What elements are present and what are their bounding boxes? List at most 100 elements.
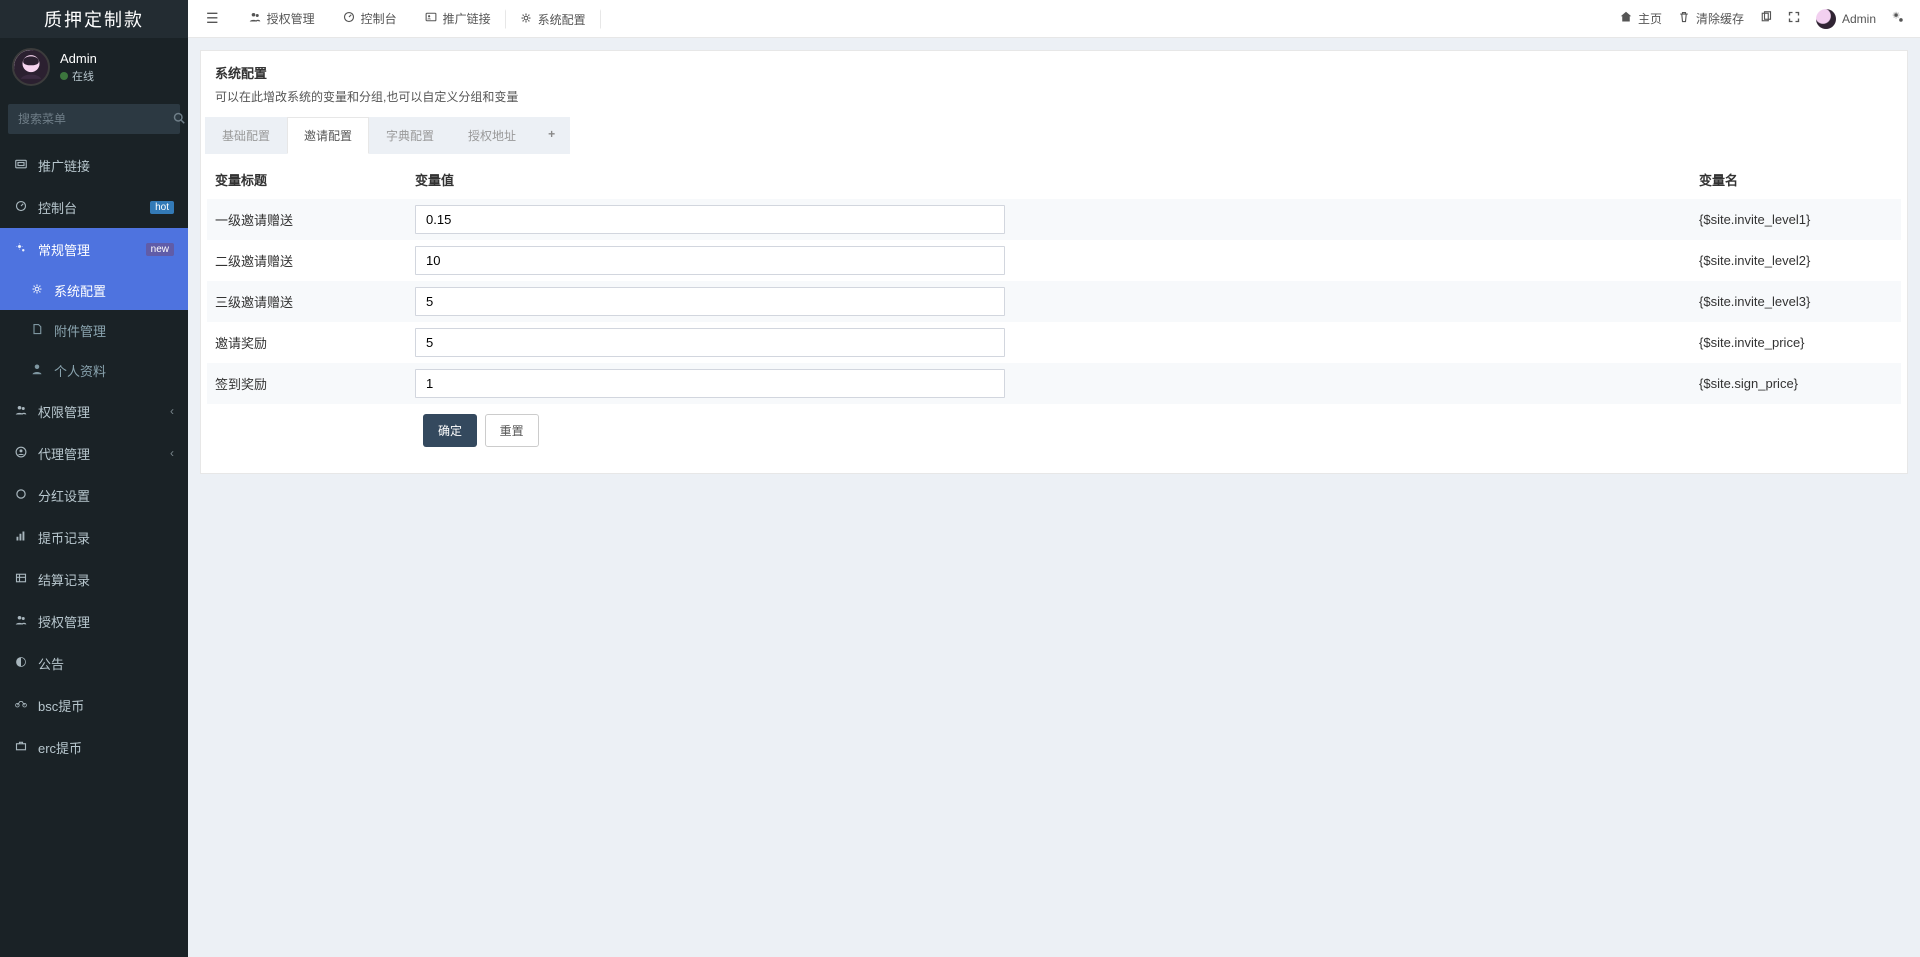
sidebar-item-label: 控制台 — [38, 198, 140, 217]
idcard-icon — [425, 11, 437, 26]
sidebar-submenu: 系统配置附件管理个人资料 — [0, 270, 188, 390]
row-varname: {$site.invite_level1} — [1691, 199, 1901, 240]
fullscreen-button[interactable] — [1788, 11, 1800, 26]
row-title: 二级邀请赠送 — [207, 240, 407, 281]
home-link[interactable]: 主页 — [1620, 10, 1662, 27]
cog-icon — [30, 283, 44, 298]
panel-subtitle: 可以在此增改系统的变量和分组,也可以自定义分组和变量 — [215, 88, 1893, 105]
form-table-wrap: 变量标题 变量值 变量名 一级邀请赠送{$site.invite_level1}… — [201, 154, 1907, 473]
sidebar-link[interactable]: 分红设置 — [0, 474, 188, 516]
panel-title: 系统配置 — [215, 63, 1893, 82]
config-tab[interactable]: 授权地址 — [451, 117, 533, 154]
sidebar-link[interactable]: 公告 — [0, 642, 188, 684]
sidebar-item-label: 提币记录 — [38, 528, 174, 547]
sidebar-item-label: bsc提币 — [38, 696, 174, 715]
sidebar-item: 公告 — [0, 642, 188, 684]
top-tab[interactable]: 系统配置 — [505, 9, 601, 29]
sidebar-item: 代理管理‹ — [0, 432, 188, 474]
sidebar-item: bsc提币 — [0, 684, 188, 726]
copy-icon — [1760, 11, 1772, 26]
avatar-small — [1816, 9, 1836, 29]
sidebar-item-label: 代理管理 — [38, 444, 160, 463]
sidebar-subitem: 系统配置 — [0, 270, 188, 310]
sidebar-menu: 推广链接控制台hot常规管理new系统配置附件管理个人资料权限管理 ‹ 代理管理‹ 分… — [0, 144, 188, 768]
sidebar-sublink[interactable]: 系统配置 — [0, 270, 188, 310]
sidebar-item-label: 推广链接 — [38, 156, 174, 175]
search-icon[interactable] — [173, 112, 185, 127]
sidebar-item-label: 权限管理 — [38, 402, 160, 421]
hamburger-icon[interactable]: ☰ — [196, 10, 229, 27]
row-varname: {$site.invite_price} — [1691, 322, 1901, 363]
sidebar-subitem: 附件管理 — [0, 310, 188, 350]
chevron-left-icon: ‹ — [170, 404, 174, 418]
top-tab-label: 授权管理 — [267, 10, 315, 27]
table-row: 三级邀请赠送 {$site.invite_level3} — [207, 281, 1901, 322]
sidebar-link[interactable]: 常规管理new — [0, 228, 188, 270]
sidebar-item-label: 分红设置 — [38, 486, 174, 505]
row-varname: {$site.sign_price} — [1691, 363, 1901, 404]
home-icon — [1620, 11, 1632, 26]
status-dot-icon — [60, 72, 68, 80]
main: ☰ 授权管理控制台推广链接系统配置 主页 清除缓存 — [188, 0, 1920, 957]
sidebar-subitem-label: 个人资料 — [54, 361, 174, 380]
copy-button[interactable] — [1760, 11, 1772, 26]
file-icon — [30, 323, 44, 338]
row-value-cell — [407, 322, 1691, 363]
top-tab[interactable]: 授权管理 — [235, 9, 329, 28]
topbar-username: Admin — [1842, 12, 1876, 26]
row-value-input[interactable] — [415, 369, 1005, 398]
sidebar-sublink[interactable]: 附件管理 — [0, 310, 188, 350]
top-tab-label: 控制台 — [361, 10, 397, 27]
col-var: 变量名 — [1691, 160, 1901, 199]
config-tab[interactable]: 字典配置 — [369, 117, 451, 154]
row-varname: {$site.invite_level2} — [1691, 240, 1901, 281]
row-value-input[interactable] — [415, 205, 1005, 234]
row-value-cell — [407, 281, 1691, 322]
table-row: 二级邀请赠送 {$site.invite_level2} — [207, 240, 1901, 281]
table-row: 签到奖励{$site.sign_price} — [207, 363, 1901, 404]
sidebar-userstatus: 在线 — [60, 68, 97, 84]
row-title: 邀请奖励 — [207, 322, 407, 363]
row-value-cell — [407, 363, 1691, 404]
bike-icon — [14, 698, 28, 713]
bars-icon — [14, 530, 28, 545]
table-row: 一级邀请赠送 {$site.invite_level1} — [207, 199, 1901, 240]
sidebar-link[interactable]: erc提币 — [0, 726, 188, 768]
row-title: 一级邀请赠送 — [207, 199, 407, 240]
sidebar-subitem: 个人资料 — [0, 350, 188, 390]
sidebar-link[interactable]: 推广链接 — [0, 144, 188, 186]
clearcache-link[interactable]: 清除缓存 — [1678, 10, 1744, 27]
usercir-icon — [14, 446, 28, 461]
list-icon — [14, 572, 28, 587]
expand-icon — [1788, 11, 1800, 26]
sidebar-search[interactable] — [8, 104, 180, 134]
top-tab[interactable]: 推广链接 — [411, 9, 505, 28]
row-value-input[interactable] — [415, 287, 1005, 316]
settings-gears-button[interactable] — [1892, 11, 1904, 27]
sidebar-sublink[interactable]: 个人资料 — [0, 350, 188, 390]
avatar[interactable] — [12, 48, 50, 86]
row-value-input[interactable] — [415, 328, 1005, 357]
reset-button[interactable]: 重置 — [485, 414, 539, 447]
topbar-user[interactable]: Admin — [1816, 9, 1876, 29]
users-icon — [14, 614, 28, 629]
row-title: 三级邀请赠送 — [207, 281, 407, 322]
sidebar-link[interactable]: bsc提币 — [0, 684, 188, 726]
row-value-input[interactable] — [415, 246, 1005, 275]
sidebar-link[interactable]: 结算记录 — [0, 558, 188, 600]
sidebar-link[interactable]: 提币记录 — [0, 516, 188, 558]
half-icon — [14, 656, 28, 671]
sidebar-link[interactable]: 授权管理 — [0, 600, 188, 642]
sidebar-link[interactable]: 权限管理 ‹ — [0, 390, 188, 432]
sidebar-link[interactable]: 控制台hot — [0, 186, 188, 228]
sidebar-link[interactable]: 代理管理‹ — [0, 432, 188, 474]
config-tab[interactable]: 基础配置 — [205, 117, 287, 154]
topbar-right: 主页 清除缓存 Admin — [1620, 9, 1912, 29]
row-varname: {$site.invite_level3} — [1691, 281, 1901, 322]
config-tab[interactable]: 邀请配置 — [287, 117, 369, 154]
submit-button[interactable]: 确定 — [423, 414, 477, 447]
config-tab-add[interactable]: + — [533, 117, 570, 154]
top-tab[interactable]: 控制台 — [329, 9, 411, 28]
search-input[interactable] — [18, 112, 173, 126]
sidebar-item-label: 公告 — [38, 654, 174, 673]
